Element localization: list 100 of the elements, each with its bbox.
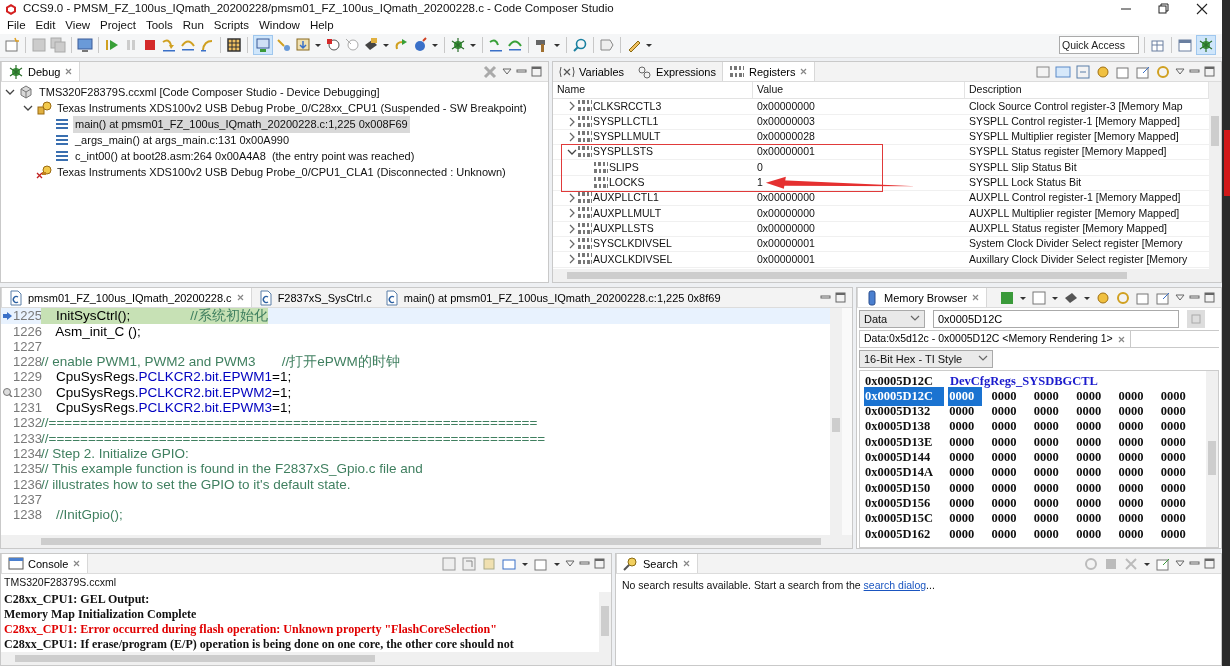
line-number: 1226 <box>13 323 41 339</box>
panel-tab[interactable]: Search <box>616 554 698 574</box>
tag-icon[interactable] <box>599 37 615 54</box>
register-name: AUXPLLSTS <box>593 220 654 236</box>
code-text: PCLKCR2.bit.EPWM1 <box>138 369 273 385</box>
search-icon[interactable] <box>572 37 588 54</box>
load-program-icon[interactable] <box>295 37 311 54</box>
scrollbar[interactable] <box>830 308 842 536</box>
step-into-icon[interactable] <box>161 37 177 54</box>
menu-item[interactable]: File <box>2 17 31 35</box>
address-field[interactable]: 0x0005D12C <box>933 310 1179 329</box>
caret-icon[interactable] <box>314 41 322 50</box>
edit-perspective-icon[interactable] <box>1177 37 1193 54</box>
menu-item[interactable]: Run <box>177 17 209 35</box>
column-header[interactable]: Name <box>553 82 753 100</box>
column-header[interactable]: Description <box>965 82 1209 100</box>
tree-item[interactable]: Texas Instruments XDS100v2 USB Debug Probe_0/C28xx_CPU1 (Suspended - SW Breakpoint) <box>55 100 529 117</box>
code-text: =1; <box>272 400 292 416</box>
chevron-right-icon[interactable] <box>567 208 577 219</box>
chevron-right-icon[interactable] <box>567 239 577 250</box>
tree-item[interactable]: TMS320F28379S.ccxml [Code Composer Studio - Device Debugging] <box>37 84 382 101</box>
scrollbar[interactable] <box>553 269 1221 283</box>
search-dialog-link[interactable]: search dialog <box>863 579 927 592</box>
caret-icon[interactable] <box>645 41 653 50</box>
register-value: 0x00000001 <box>757 251 815 267</box>
maximize-icon[interactable] <box>835 292 846 304</box>
maximize-icon[interactable] <box>594 558 605 570</box>
scrollbar[interactable] <box>1 535 852 549</box>
debug-icon[interactable] <box>450 37 466 54</box>
menu-item[interactable]: Project <box>95 17 141 35</box>
chevron-right-icon[interactable] <box>567 223 577 234</box>
disconnected-probe-icon <box>36 164 52 181</box>
tree-item[interactable]: main() at pmsm01_FZ_100us_IQmath_20200228.c:1,225 0x008F69 <box>73 116 410 133</box>
panel-tab[interactable]: Registers <box>721 62 816 82</box>
caret-icon[interactable] <box>431 41 439 50</box>
chevron-right-icon[interactable] <box>567 132 577 142</box>
panel-tab[interactable]: Memory Browser <box>857 288 988 308</box>
open-perspective-icon[interactable] <box>1150 37 1166 54</box>
menu-item[interactable]: Window <box>254 17 305 35</box>
chevron-right-icon[interactable] <box>567 193 577 204</box>
step-return-icon[interactable] <box>199 37 215 54</box>
restore-icon[interactable] <box>1158 2 1170 15</box>
view-menu-icon[interactable] <box>502 66 512 77</box>
view-menu-icon[interactable] <box>1175 292 1185 303</box>
maximize-icon[interactable] <box>1204 292 1215 304</box>
code-comment: // Step 2. Initialize GPIO: <box>41 445 189 462</box>
tree-item[interactable]: _args_main() at args_main.c:131 0x00A990 <box>73 132 291 149</box>
scrollbar[interactable] <box>599 592 611 652</box>
maximize-icon[interactable] <box>531 66 542 78</box>
column-header[interactable]: Value <box>753 82 965 100</box>
panel-tab[interactable]: Expressions <box>630 62 722 82</box>
chevron-right-icon[interactable] <box>567 116 577 127</box>
scrollbar[interactable] <box>1209 82 1221 270</box>
refresh-icon[interactable] <box>1095 63 1111 80</box>
panel-tab[interactable]: Debug <box>1 62 81 82</box>
panel-tab[interactable]: F2837xS_SysCtrl.c <box>251 288 378 308</box>
view-menu-icon[interactable] <box>1175 558 1185 569</box>
menu-item[interactable]: Help <box>304 17 339 35</box>
connect-icon[interactable] <box>276 37 292 54</box>
memory-page-select[interactable]: Data <box>859 310 925 329</box>
scrollbar[interactable] <box>1 652 611 665</box>
caret-icon[interactable] <box>382 41 390 50</box>
caret-icon[interactable] <box>553 41 561 50</box>
tree-item[interactable]: c_int00() at boot28.asm:264 0x00A4A8 (the entry point was reached) <box>73 148 417 165</box>
chevron-right-icon[interactable] <box>567 101 577 112</box>
quick-access-field[interactable]: Quick Access <box>1059 36 1139 55</box>
panel-tab[interactable]: Console <box>1 554 89 574</box>
panel-tab[interactable]: Variables <box>553 62 631 82</box>
monitor-icon[interactable] <box>77 37 93 54</box>
view-menu-icon[interactable] <box>565 558 575 569</box>
view-menu-icon[interactable] <box>1175 66 1185 77</box>
code-text: InitSysCtrl(); <box>41 308 131 324</box>
rendering-tab[interactable]: Data:0x5d12c - 0x0005D12C <Memory Rendering 1> <box>859 330 1131 349</box>
grid-icon[interactable] <box>226 37 242 54</box>
remove-all-icon[interactable] <box>482 63 498 80</box>
breakpoint-icon[interactable] <box>325 37 341 54</box>
close-icon[interactable] <box>1196 2 1208 15</box>
menu-item[interactable]: View <box>60 17 96 35</box>
sync-icon[interactable] <box>1155 63 1171 80</box>
panel-tab[interactable]: main() at pmsm01_FZ_100us_IQmath_20200228.c:1,225 0x8f69 <box>377 288 727 308</box>
chevron-right-icon[interactable] <box>567 254 577 265</box>
tree-item[interactable]: Texas Instruments XDS100v2 USB Debug Probe_0/CPU1_CLA1 (Disconnected : Unknown) <box>55 164 508 181</box>
maximize-icon[interactable] <box>1204 558 1215 570</box>
menu-item[interactable]: Scripts <box>208 17 254 35</box>
debug-perspective-icon[interactable] <box>1196 35 1216 56</box>
menu-item[interactable]: Edit <box>30 17 61 35</box>
register-description: AUXPLL Multiplier register [Memory Mapped] <box>969 205 1180 221</box>
debug-view-icon[interactable] <box>253 35 273 56</box>
new-file-icon[interactable] <box>4 37 20 54</box>
panel-tab[interactable]: pmsm01_FZ_100us_IQmath_20200228.c <box>1 288 252 308</box>
assembly-step-into-icon[interactable] <box>488 37 504 54</box>
scrollbar[interactable] <box>1206 371 1218 548</box>
caret-icon[interactable] <box>469 41 477 50</box>
ball-icon[interactable] <box>412 37 428 54</box>
memory-value[interactable]: 0000 <box>948 386 982 406</box>
save-all-icon[interactable] <box>50 37 66 54</box>
refresh-icon[interactable] <box>1115 289 1131 306</box>
maximize-icon[interactable] <box>1204 66 1215 78</box>
menu-item[interactable]: Tools <box>140 17 178 35</box>
format-select[interactable]: 16-Bit Hex - TI Style <box>859 350 993 369</box>
